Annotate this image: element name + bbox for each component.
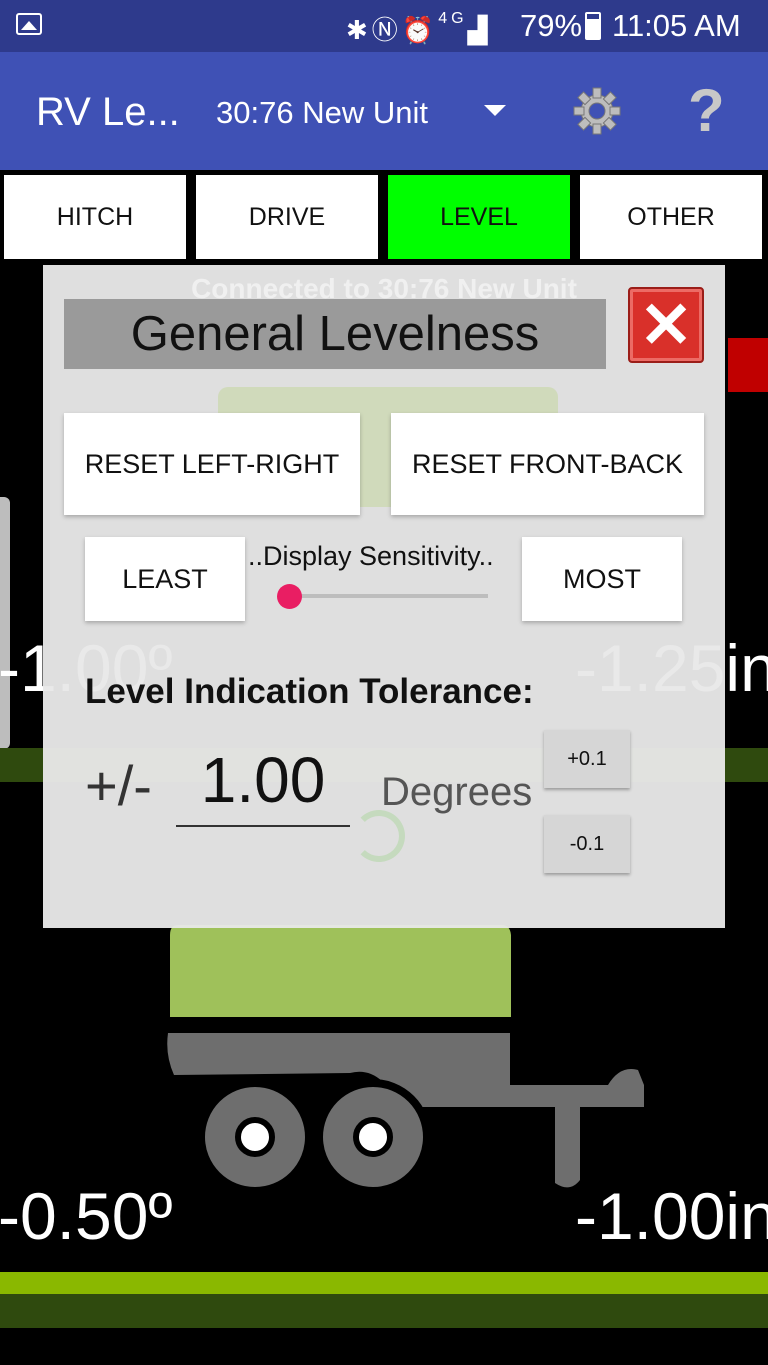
tab-drive[interactable]: DRIVE	[196, 175, 378, 259]
tab-level[interactable]: LEVEL	[388, 175, 570, 259]
trailer-icon	[167, 925, 644, 1195]
sensitivity-slider-track[interactable]	[279, 594, 488, 598]
side-handle	[0, 497, 10, 749]
close-button[interactable]: ✕	[628, 287, 704, 363]
gear-icon[interactable]	[572, 86, 622, 136]
level-bar-bottom-light	[0, 1272, 768, 1294]
network-label: 4G	[438, 10, 468, 27]
plus-minus-label: +/-	[85, 754, 152, 817]
sensitivity-slider-thumb[interactable]	[276, 584, 302, 609]
reset-front-back-button[interactable]: RESET FRONT-BACK	[391, 413, 704, 515]
close-icon: ✕	[639, 289, 693, 361]
red-marker	[728, 338, 768, 392]
device-selector[interactable]: 30:76 New Unit	[216, 95, 428, 131]
alarm-icon: ⏰	[401, 15, 439, 45]
bluetooth-icon: ✱	[346, 15, 372, 45]
general-levelness-dialog: Connected to 30:76 New Unit General Leve…	[43, 265, 725, 928]
tab-other[interactable]: OTHER	[580, 175, 762, 259]
app-title: RV Le...	[36, 90, 180, 134]
pitch-height-reading: -1.00in	[575, 1179, 768, 1253]
tolerance-label: Level Indication Tolerance:	[85, 672, 534, 711]
sensitivity-label: ..Display Sensitivity..	[248, 541, 494, 571]
tolerance-units: Degrees	[381, 770, 533, 814]
battery-icon	[585, 12, 601, 40]
app-bar: RV Le... 30:76 New Unit ?	[0, 52, 768, 170]
level-bar-bottom-dark	[0, 1294, 768, 1328]
reset-left-right-button[interactable]: RESET LEFT-RIGHT	[64, 413, 360, 515]
least-button[interactable]: LEAST	[85, 537, 245, 621]
battery-percent: 79%	[520, 8, 583, 43]
decrement-button[interactable]: -0.1	[544, 815, 630, 873]
nfc-icon: Ⓝ	[371, 15, 402, 45]
dialog-title: General Levelness	[64, 299, 606, 369]
most-button[interactable]: MOST	[522, 537, 682, 621]
increment-button[interactable]: +0.1	[544, 730, 630, 788]
pitch-angle-reading: -0.50º	[0, 1179, 173, 1253]
signal-icon: ▟	[467, 15, 492, 45]
gallery-icon	[16, 13, 42, 35]
status-bar: ✱Ⓝ⏰4G▟ 79% 11:05 AM	[0, 0, 768, 52]
status-icons: ✱Ⓝ⏰4G▟	[346, 10, 492, 47]
clock: 11:05 AM	[612, 8, 741, 43]
chevron-down-icon[interactable]	[484, 105, 506, 116]
help-icon[interactable]: ?	[688, 76, 725, 145]
tab-hitch[interactable]: HITCH	[4, 175, 186, 259]
tolerance-input[interactable]: 1.00	[176, 743, 350, 827]
refresh-icon	[353, 810, 405, 862]
